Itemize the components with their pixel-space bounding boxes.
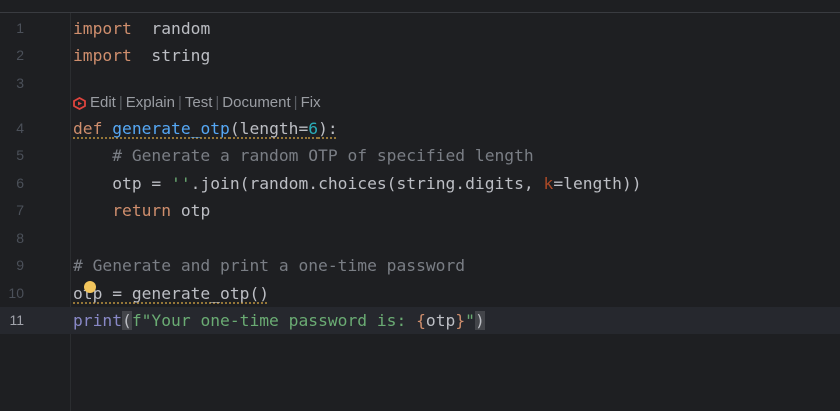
inlay-action-edit[interactable]: Edit: [90, 94, 116, 111]
code-token: def: [73, 119, 113, 138]
code-line[interactable]: 8: [0, 225, 840, 252]
code-line[interactable]: 9 # Generate and print a one-time passwor…: [0, 252, 840, 279]
code-line[interactable]: 6 otp = ''.join(random.choices(string.di…: [0, 170, 840, 197]
code-text: def generate_otp(length=6):: [73, 115, 338, 142]
code-line[interactable]: 11 print(f"Your one-time password is: {ot…: [0, 307, 840, 334]
code-text: import string: [73, 42, 210, 69]
code-text: otp = ''.join(random.choices(string.digi…: [73, 170, 642, 197]
code-line[interactable]: 7 return otp: [0, 197, 840, 224]
code-token: # Generate and print a one-time password: [73, 256, 466, 275]
code-token: (length=: [229, 119, 309, 138]
code-token: otp = generate_otp(): [73, 284, 270, 303]
code-token: otp =: [73, 174, 172, 193]
code-text: return otp: [73, 197, 210, 224]
code-token: import: [73, 19, 132, 38]
code-token: print: [73, 311, 123, 330]
code-token: string: [131, 46, 211, 65]
code-token: (: [122, 311, 132, 330]
code-line[interactable]: 4 def generate_otp(length=6):: [0, 115, 840, 142]
inlay-separator: |: [118, 94, 123, 111]
line-number: 11: [9, 312, 24, 328]
code-token: import: [73, 46, 132, 65]
code-token: '': [171, 174, 191, 193]
code-token: return: [73, 201, 172, 220]
code-line[interactable]: 1 import random: [0, 15, 840, 42]
ai-assistant-icon: [73, 96, 86, 110]
code-text: # Generate a random OTP of specified len…: [73, 142, 534, 169]
code-token: ": [465, 311, 475, 330]
code-text: import random: [73, 15, 210, 42]
line-number: 5: [16, 147, 24, 163]
inlay-action-fix[interactable]: Fix: [301, 94, 321, 111]
code-token: .join(random.choices(string.digits,: [190, 174, 544, 193]
line-number: 8: [16, 230, 24, 246]
code-token: generate_otp: [112, 119, 230, 138]
code-text: otp = generate_otp(): [73, 280, 269, 307]
line-number: 2: [16, 47, 24, 63]
lightbulb-icon[interactable]: [84, 281, 96, 293]
code-line[interactable]: 5 # Generate a random OTP of specified l…: [0, 142, 840, 169]
ai-inlay-actions: Edit | Explain | Test | Document | Fix: [73, 92, 321, 114]
code-token: otp: [171, 201, 211, 220]
editor-tab-bar: [0, 0, 840, 13]
code-token: random: [131, 19, 211, 38]
code-token: otp: [425, 311, 456, 330]
code-token: k: [543, 174, 554, 193]
inlay-action-document[interactable]: Document: [222, 94, 290, 111]
inlay-action-test[interactable]: Test: [185, 94, 213, 111]
line-number: 7: [16, 202, 24, 218]
code-token: # Generate a random OTP of specified len…: [73, 146, 534, 165]
line-number: 4: [16, 120, 24, 136]
line-number: 9: [16, 257, 24, 273]
code-line[interactable]: 10 otp = generate_otp(): [0, 280, 840, 307]
line-number: 3: [16, 75, 24, 91]
inlay-separator: |: [177, 94, 182, 111]
code-token: f"Your one-time password is:: [131, 311, 417, 330]
code-token: {: [416, 311, 426, 330]
code-token: 6: [308, 119, 319, 138]
code-text: # Generate and print a one-time password: [73, 252, 465, 279]
code-token: ): [474, 311, 485, 330]
code-token: =length)): [553, 174, 642, 193]
code-line[interactable]: 2 import string: [0, 42, 840, 69]
line-number: 1: [16, 20, 24, 36]
line-number: 10: [8, 285, 24, 301]
inlay-separator: |: [215, 94, 220, 111]
code-token: }: [455, 311, 466, 330]
line-number: 6: [16, 175, 24, 191]
inlay-separator: |: [293, 94, 298, 111]
code-token: ):: [318, 119, 338, 138]
inlay-action-explain[interactable]: Explain: [126, 94, 175, 111]
code-text: print(f"Your one-time password is: {otp}…: [73, 307, 485, 334]
